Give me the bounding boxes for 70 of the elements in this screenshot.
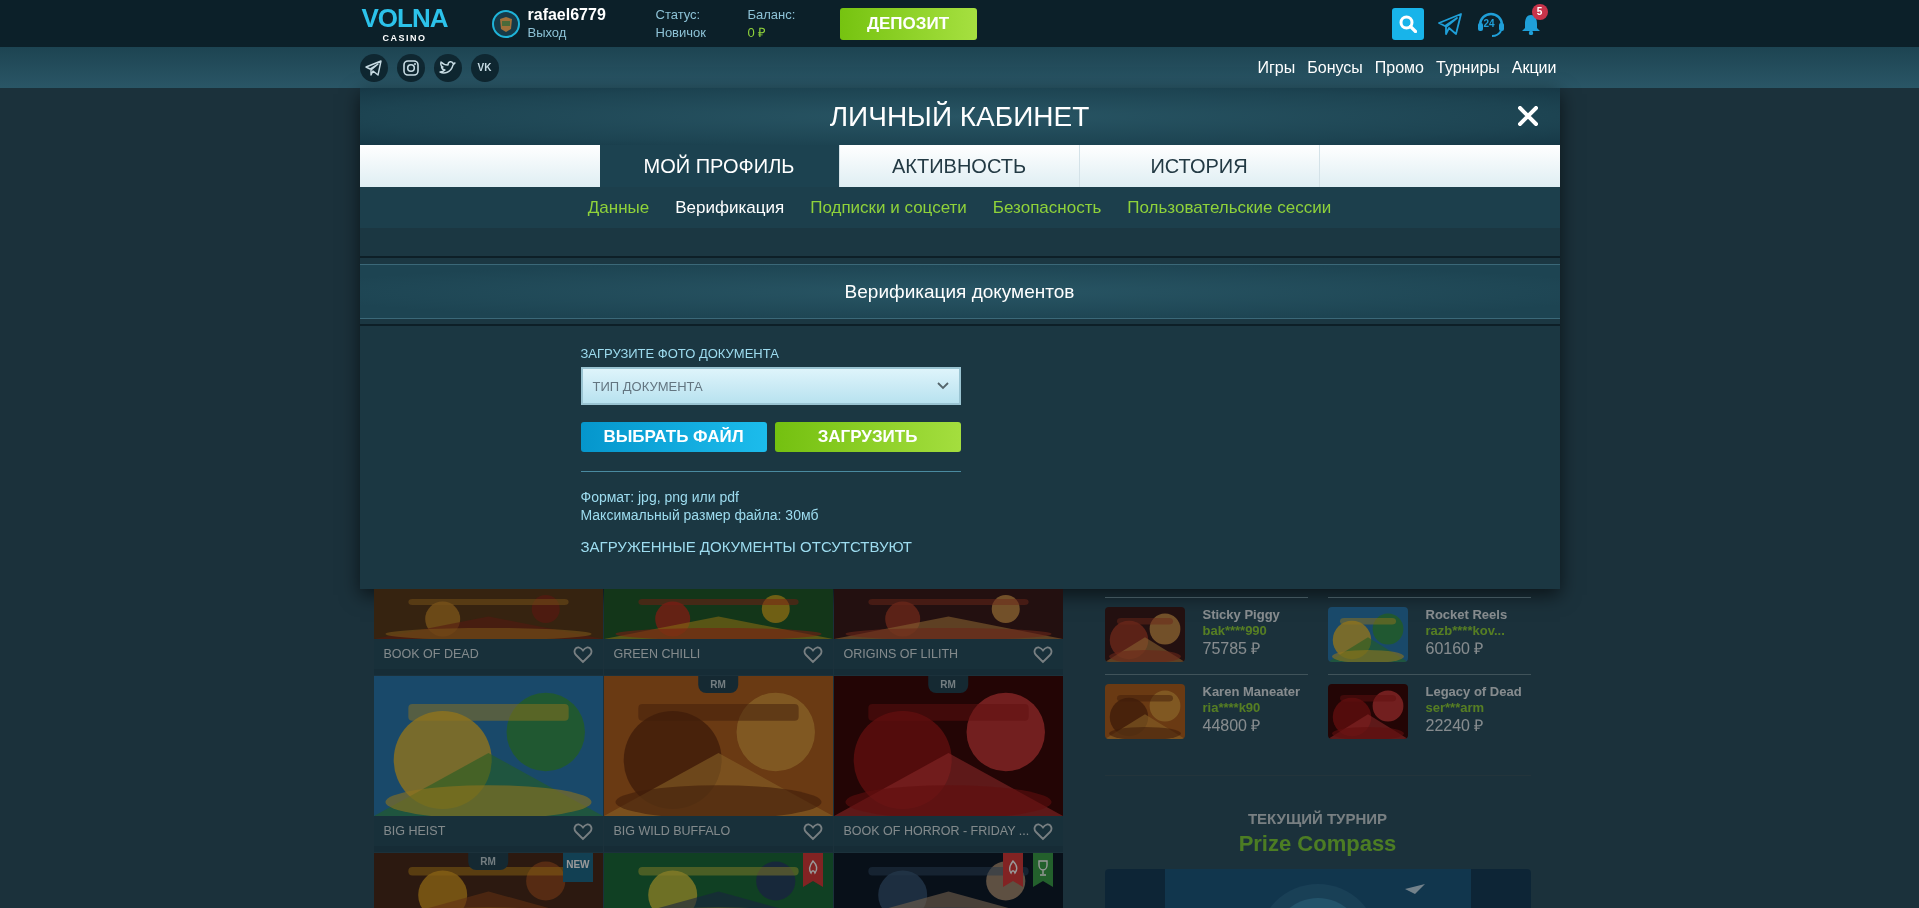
winner-name: ria****k90: [1202, 700, 1262, 716]
game-title: GREEN CHILLI: [613, 647, 701, 661]
balance-label: Баланс:: [747, 5, 797, 24]
winner-name: ser***arm: [1425, 700, 1486, 716]
close-icon: [1517, 106, 1538, 126]
notification-count: 5: [1531, 3, 1548, 20]
logo[interactable]: VOLNA CASINO: [359, 3, 450, 44]
game-badge: RM: [468, 853, 508, 870]
field-label: ЗАГРУЗИТЕ ФОТО ДОКУМЕНТА: [580, 346, 780, 361]
chevron-down-icon: [936, 382, 949, 390]
tournament-name: Prize Compass: [1237, 831, 1398, 857]
game-title: BOOK OF DEAD: [383, 647, 479, 661]
documents-status: ЗАГРУЖЕННЫЕ ДОКУМЕНТЫ ОТСУТСТВУЮТ: [580, 538, 913, 555]
nav-link[interactable]: Бонусы: [1307, 58, 1363, 77]
game-title: BIG WILD BUFFALO: [613, 824, 731, 838]
nav-link[interactable]: Промо: [1374, 58, 1424, 77]
document-type-dropdown[interactable]: ТИП ДОКУМЕНТА: [580, 367, 961, 405]
support-button[interactable]: 24: [1475, 9, 1506, 38]
status-label: Статус:: [655, 5, 702, 24]
game-name: Karen Maneater: [1202, 684, 1301, 700]
avatar-icon: [491, 9, 520, 38]
section-title: Верификация документов: [844, 280, 1075, 303]
profile-tab[interactable]: МОЙ ПРОФИЛЬ: [599, 145, 840, 187]
telegram-link[interactable]: [359, 53, 388, 82]
game-name: Legacy of Dead: [1425, 684, 1522, 700]
game-badge: RM: [928, 676, 968, 693]
winner-name: bak****990: [1202, 623, 1268, 639]
hint-text: Формат: jpg, png или pdf: [580, 488, 740, 506]
win-amount: 60160 ₽: [1425, 639, 1485, 659]
logout-link[interactable]: Выход: [527, 23, 606, 42]
heart-icon[interactable]: [572, 644, 593, 664]
game-title: ORIGINS OF LILITH: [843, 647, 959, 661]
heart-icon[interactable]: [1032, 644, 1053, 664]
game-name: Rocket Reels: [1425, 607, 1508, 623]
game-title: BIG HEIST: [383, 824, 446, 838]
username: rafael6779: [527, 5, 606, 24]
heart-icon[interactable]: [802, 821, 823, 841]
close-button[interactable]: [1517, 106, 1538, 126]
telegram-icon[interactable]: [1437, 12, 1462, 35]
profile-tab[interactable]: ИСТОРИЯ: [1079, 145, 1320, 187]
heart-icon[interactable]: [802, 644, 823, 664]
winner-name: razb****kov...: [1425, 623, 1506, 639]
section-tab[interactable]: Безопасность: [992, 197, 1102, 218]
new-ribbon: NEW: [563, 853, 593, 882]
modal-title: ЛИЧНЫЙ КАБИНЕТ: [829, 100, 1090, 133]
hint-text: Максимальный размер файла: 30мб: [580, 506, 820, 524]
twitter-link[interactable]: [433, 53, 462, 82]
nav-link[interactable]: Игры: [1257, 58, 1296, 77]
heart-icon[interactable]: [572, 821, 593, 841]
vk-link[interactable]: VK: [470, 53, 499, 82]
section-tab[interactable]: Верификация: [675, 197, 785, 218]
win-amount: 75785 ₽: [1202, 639, 1262, 659]
search-icon: [1398, 14, 1417, 33]
game-badge: RM: [698, 676, 738, 693]
section-tab[interactable]: Подписки и соцсети: [810, 197, 967, 218]
profile-tab[interactable]: АКТИВНОСТЬ: [839, 145, 1080, 187]
search-button[interactable]: [1391, 7, 1424, 40]
section-tab[interactable]: Пользовательские сессии: [1127, 197, 1332, 218]
nav-link[interactable]: Акции: [1511, 58, 1557, 77]
instagram-link[interactable]: [396, 53, 425, 82]
game-name: Sticky Piggy: [1202, 607, 1280, 623]
heart-icon[interactable]: [1032, 821, 1053, 841]
status-value: Новичок: [655, 23, 707, 42]
win-amount: 44800 ₽: [1202, 716, 1262, 736]
balance-value: 0 ₽: [747, 23, 768, 42]
win-amount: 22240 ₽: [1425, 716, 1485, 736]
nav-link[interactable]: Турниры: [1436, 58, 1500, 77]
section-tab[interactable]: Данные: [587, 197, 650, 218]
tournament-label: ТЕКУЩИЙ ТУРНИР: [1246, 810, 1389, 827]
game-title: BOOK OF HORROR - FRIDAY ...: [843, 824, 1030, 838]
